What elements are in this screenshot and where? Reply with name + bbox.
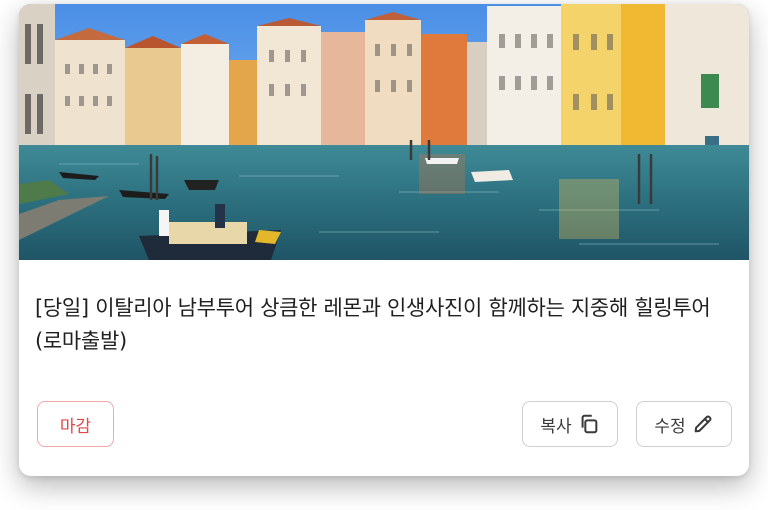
copy-button-label: 복사 <box>540 416 572 437</box>
tour-title: [당일] 이탈리아 남부투어 상큼한 레몬과 인생사진이 함께하는 지중해 힐링… <box>35 296 711 353</box>
edit-button[interactable]: 수정 <box>636 401 732 447</box>
copy-button[interactable]: 복사 <box>522 401 618 447</box>
copy-icon <box>581 414 597 434</box>
tour-card[interactable]: [당일] 이탈리아 남부투어 상큼한 레몬과 인생사진이 함께하는 지중해 힐링… <box>19 4 749 476</box>
status-badge: 마감 <box>37 401 114 447</box>
tour-photo <box>19 4 749 260</box>
edit-button-label: 수정 <box>654 416 686 437</box>
pencil-icon <box>694 415 712 433</box>
status-badge-label: 마감 <box>59 416 92 437</box>
